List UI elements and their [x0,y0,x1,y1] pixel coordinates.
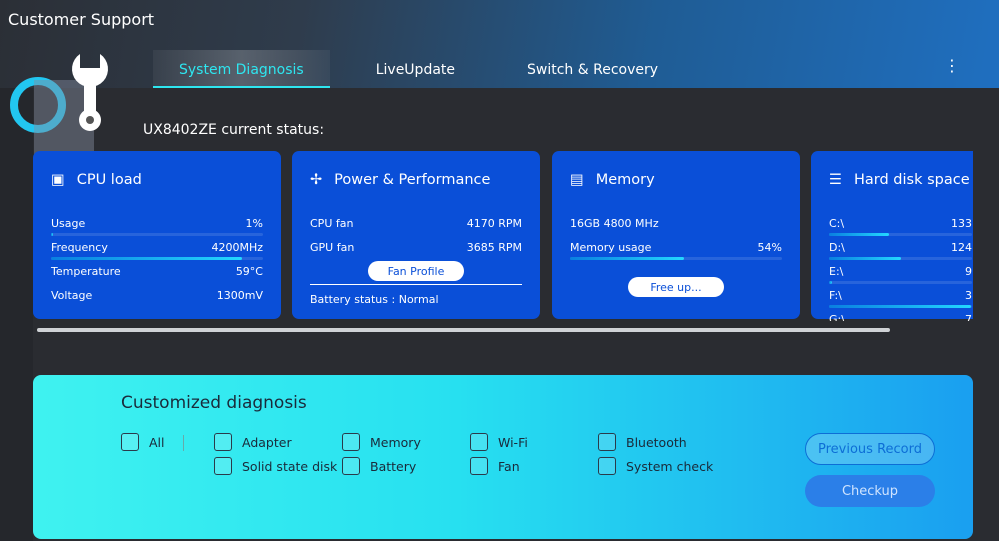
checkbox-label: Battery [370,458,417,474]
row-label: Memory usage [570,241,652,254]
row-label: Voltage [51,289,93,302]
power-card: ✢ Power & Performance CPU fan 4170 RPM GPU… [292,151,540,319]
memory-card: ▤ Memory 16GB 4800 MHz Memory usage 54% Fr… [552,151,800,319]
row-label: GPU fan [310,241,355,254]
divider [183,435,184,451]
row-label: C:\ [829,217,845,230]
free-up-button[interactable]: Free up... [628,277,724,297]
checkbox[interactable] [598,457,616,475]
row-value: 9 [965,265,972,278]
status-cards: ▣ CPU load Usage 1% Frequency 4200MHz Tempe… [33,151,973,321]
app-title: Customer Support [8,10,155,29]
row-label: Frequency [51,241,108,254]
checkbox[interactable] [342,433,360,451]
checkbox-label: Bluetooth [626,434,687,450]
checkbox-wifi[interactable]: Wi-Fi [470,433,528,451]
checkbox[interactable] [470,433,488,451]
card-title: Hard disk space [854,172,970,188]
checkbox-label: Wi-Fi [498,434,528,450]
status-label: UX8402ZE current status: [143,122,325,138]
checkbox[interactable] [470,457,488,475]
fan-icon: ✢ [310,172,323,188]
cpu-card: ▣ CPU load Usage 1% Frequency 4200MHz Tempe… [33,151,281,319]
row-value: 7 [965,313,972,321]
battery-status: Battery status : Normal [310,284,522,306]
card-title: CPU load [76,172,142,188]
checkbox-ssd[interactable]: Solid state disk [214,457,337,475]
checkbox-label: System check [626,458,714,474]
row-value: 59°C [235,265,263,278]
card-title: Power & Performance [334,172,491,188]
checkbox-bluetooth[interactable]: Bluetooth [598,433,687,451]
fan-profile-button[interactable]: Fan Profile [368,261,464,281]
row-value: 4200MHz [211,241,263,254]
diagnosis-title: Customized diagnosis [121,393,307,413]
row-label: CPU fan [310,217,354,230]
customized-diagnosis-panel: Customized diagnosis All Adapter Memory … [33,375,973,539]
row-label: Usage [51,217,86,230]
row-label: E:\ [829,265,844,278]
horizontal-scrollbar[interactable] [37,328,890,332]
row-value: 4170 RPM [466,217,522,230]
checkbox-system-check[interactable]: System check [598,457,713,475]
checkbox[interactable] [214,457,232,475]
checkbox-all[interactable]: All [121,433,165,451]
checkbox[interactable] [342,457,360,475]
card-title: Memory [595,172,655,188]
memory-spec: 16GB 4800 MHz [570,217,659,230]
checkbox-label: Fan [498,458,520,474]
cpu-icon: ▣ [51,172,65,188]
tab-liveupdate[interactable]: LiveUpdate [330,50,501,88]
checkbox-label: Memory [370,434,421,450]
row-label: F:\ [829,289,842,302]
previous-record-button[interactable]: Previous Record [805,433,935,465]
disk-card: ☰ Hard disk space C:\ 133 D:\ 124 E:\ 9 F:\ 3… [811,151,973,321]
checkbox[interactable] [214,433,232,451]
checkbox-battery[interactable]: Battery [342,457,416,475]
row-value: 1% [245,217,263,230]
wrench-logo-icon [10,54,108,160]
disk-icon: ☰ [829,172,842,188]
checkbox-fan[interactable]: Fan [470,457,520,475]
checkbox-label: Adapter [242,434,292,450]
row-value: 3 [965,289,972,302]
row-label: Temperature [51,265,121,278]
row-value: 3685 RPM [466,241,522,254]
row-label: G:\ [829,313,845,321]
row-value: 54% [757,241,782,254]
tab-switch-recovery[interactable]: Switch & Recovery [501,50,684,88]
checkbox[interactable] [121,433,139,451]
checkbox-memory[interactable]: Memory [342,433,421,451]
row-value: 133 [951,217,972,230]
checkbox-adapter[interactable]: Adapter [214,433,292,451]
more-options-icon[interactable]: ⋮ [944,56,960,75]
row-value: 124 [951,241,972,254]
checkbox-label: All [149,434,165,450]
tab-system-diagnosis[interactable]: System Diagnosis [153,50,330,88]
row-value: 1300mV [216,289,263,302]
memory-icon: ▤ [570,172,584,188]
row-label: D:\ [829,241,845,254]
checkbox-label: Solid state disk [242,458,338,474]
checkbox[interactable] [598,433,616,451]
checkup-button[interactable]: Checkup [805,475,935,507]
tab-bar: System Diagnosis LiveUpdate Switch & Rec… [153,50,684,88]
